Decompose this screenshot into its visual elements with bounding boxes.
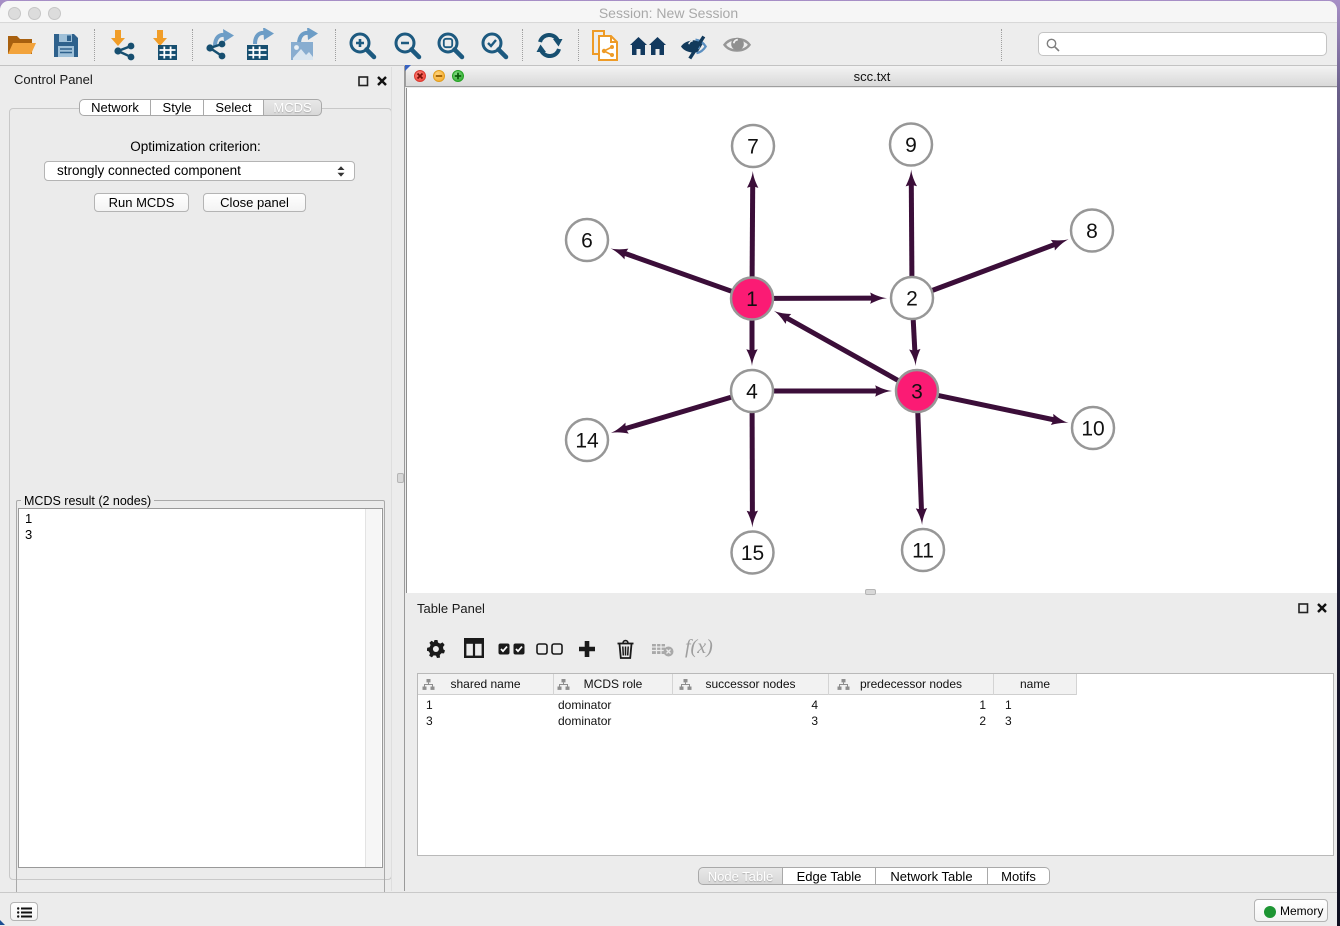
svg-text:6: 6 <box>581 230 593 253</box>
svg-text:8: 8 <box>1086 220 1098 243</box>
svg-text:14: 14 <box>575 430 599 453</box>
svg-text:10: 10 <box>1081 418 1104 441</box>
svg-text:1: 1 <box>746 288 758 311</box>
svg-text:7: 7 <box>747 136 759 159</box>
svg-text:3: 3 <box>911 381 923 404</box>
svg-text:9: 9 <box>905 134 917 157</box>
svg-text:4: 4 <box>746 381 758 404</box>
svg-text:15: 15 <box>741 542 764 565</box>
svg-text:11: 11 <box>912 540 934 563</box>
svg-text:2: 2 <box>906 288 918 311</box>
